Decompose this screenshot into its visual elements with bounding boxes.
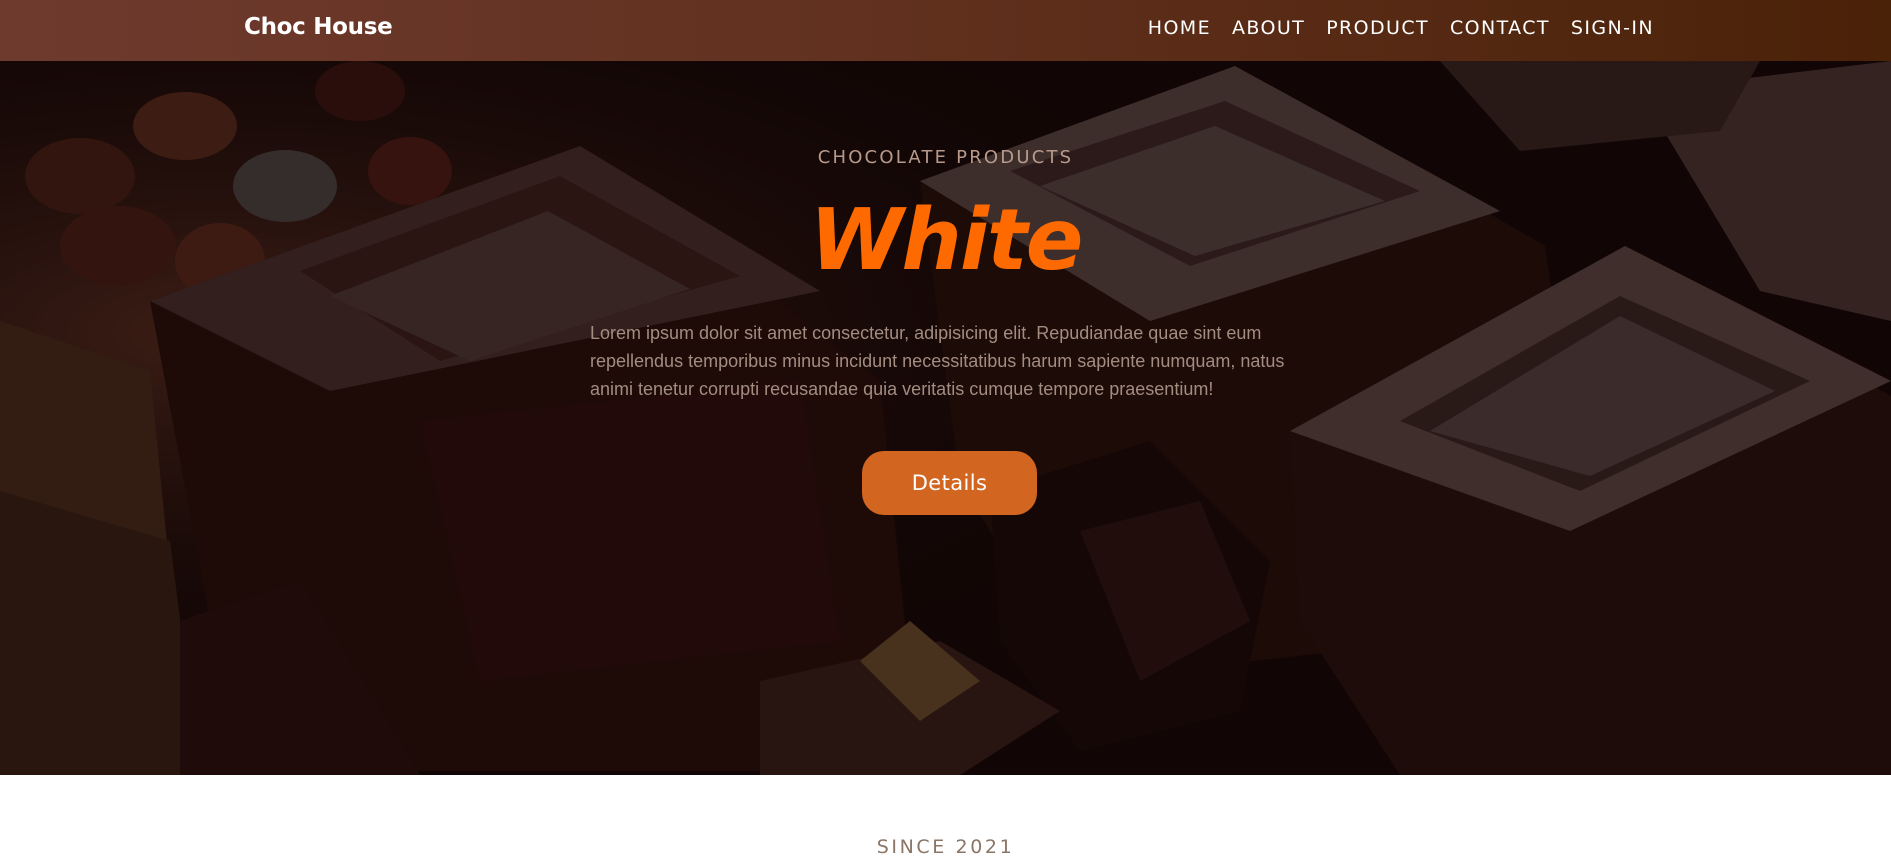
nav-about-link[interactable]: ABOUT <box>1232 17 1305 39</box>
nav-home-link[interactable]: HOME <box>1148 17 1211 39</box>
brand-logo[interactable]: Choc House <box>244 14 393 40</box>
top-navbar: Choc House HOME ABOUT PRODUCT CONTACT SI… <box>0 0 1891 61</box>
nav-links: HOME ABOUT PRODUCT CONTACT SIGN-IN <box>1148 17 1654 39</box>
hero-title: White <box>809 191 1084 290</box>
hero-description: Lorem ipsum dolor sit amet consectetur, … <box>590 323 1285 399</box>
hero-eyebrow: CHOCOLATE PRODUCTS <box>817 147 1074 168</box>
details-button[interactable]: Details <box>862 451 1037 515</box>
nav-contact-link[interactable]: CONTACT <box>1450 17 1550 39</box>
hero-section: CHOCOLATE PRODUCTS White Lorem ipsum dol… <box>0 61 1891 775</box>
since-heading: SINCE 2021 <box>876 836 1015 858</box>
nav-sign-in-link[interactable]: SIGN-IN <box>1571 17 1654 39</box>
hero-dark-overlay <box>0 61 1891 775</box>
nav-product-link[interactable]: PRODUCT <box>1326 17 1429 39</box>
